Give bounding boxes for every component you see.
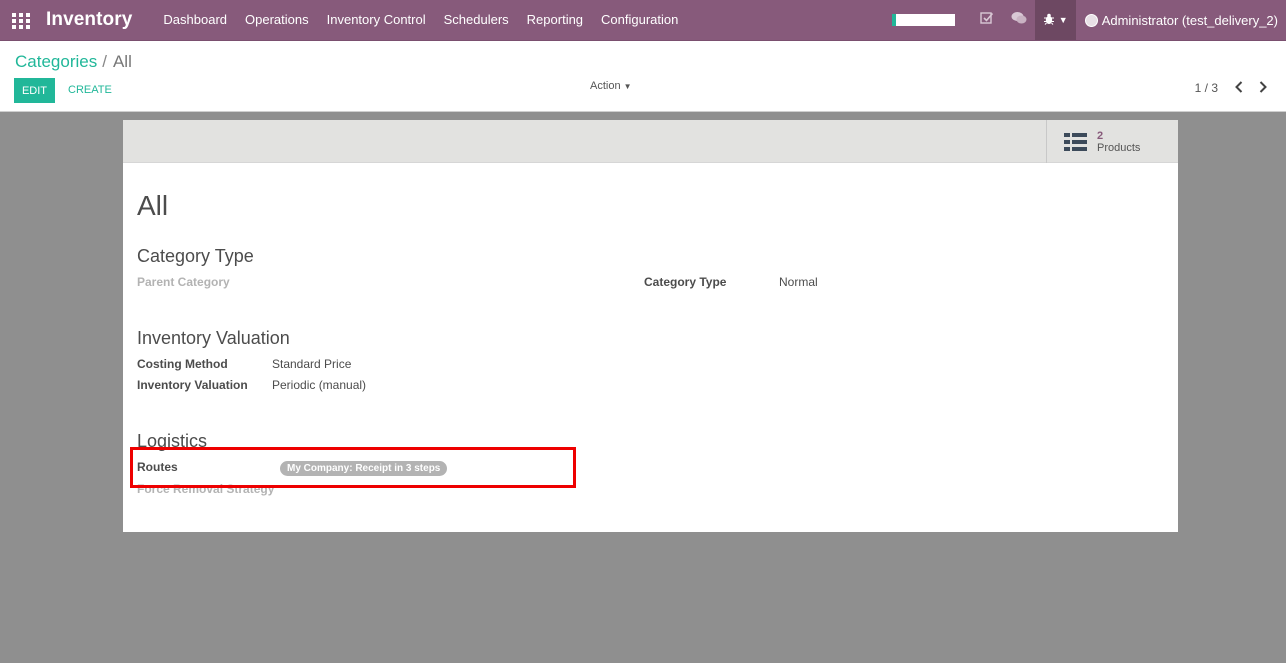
menu-reporting[interactable]: Reporting <box>518 0 592 40</box>
app-title[interactable]: Inventory <box>46 9 132 31</box>
pager-value[interactable]: 1 / 3 <box>1195 81 1218 95</box>
form-sheet: 2 Products All Category Type Parent Cate… <box>123 120 1178 532</box>
record-title: All <box>137 190 169 221</box>
top-navbar: Inventory Dashboard Operations Inventory… <box>0 0 1286 41</box>
button-box: 2 Products <box>123 120 1178 163</box>
products-smart-button[interactable]: 2 Products <box>1046 120 1178 163</box>
bug-icon <box>1043 13 1055 28</box>
breadcrumb-categories[interactable]: Categories <box>15 52 97 72</box>
edit-button[interactable]: EDIT <box>14 78 55 103</box>
pager: 1 / 3 <box>1195 80 1274 96</box>
pager-next-chevron-icon[interactable] <box>1252 80 1274 96</box>
section-category-type: Category Type <box>137 246 254 266</box>
navbar-right: ▼ Administrator (test_delivery_2) <box>891 0 1286 40</box>
menu-inventory-control[interactable]: Inventory Control <box>318 0 435 40</box>
control-panel: Categories / All EDIT CREATE Action ▼ 1 … <box>0 41 1286 112</box>
breadcrumb-current: All <box>112 52 132 71</box>
menu-schedulers[interactable]: Schedulers <box>435 0 518 40</box>
section-inventory-valuation: Inventory Valuation <box>137 328 290 348</box>
highlight-box <box>130 447 576 488</box>
caret-down-icon: ▼ <box>623 82 632 91</box>
action-label: Action <box>590 80 621 92</box>
progress-widget[interactable] <box>891 14 955 26</box>
inventory-valuation-value: Periodic (manual) <box>272 378 367 392</box>
menu-configuration[interactable]: Configuration <box>592 0 687 40</box>
activity-checkbox-icon[interactable] <box>971 0 1003 40</box>
chat-bubbles-icon[interactable] <box>1003 0 1035 40</box>
inventory-valuation-label: Inventory Valuation <box>137 378 248 392</box>
avatar <box>1084 13 1098 27</box>
user-name: Administrator (test_delivery_2) <box>1101 12 1278 28</box>
menu-operations[interactable]: Operations <box>236 0 318 40</box>
breadcrumb: Categories / All <box>15 52 132 72</box>
products-label: Products <box>1097 141 1141 154</box>
main-menu: Dashboard Operations Inventory Control S… <box>154 0 687 40</box>
parent-category-label: Parent Category <box>137 275 230 289</box>
caret-down-icon: ▼ <box>1058 15 1068 25</box>
breadcrumb-separator: / <box>102 52 107 71</box>
create-button[interactable]: CREATE <box>62 78 118 103</box>
list-icon <box>1064 132 1087 151</box>
apps-grid-icon[interactable] <box>12 13 30 29</box>
menu-dashboard[interactable]: Dashboard <box>154 0 236 40</box>
category-type-value: Normal <box>779 275 818 289</box>
action-dropdown[interactable]: Action ▼ <box>590 80 632 92</box>
user-menu[interactable]: Administrator (test_delivery_2) <box>1084 12 1278 28</box>
debug-bug-button[interactable]: ▼ <box>1034 0 1076 40</box>
pager-previous-chevron-icon[interactable] <box>1228 80 1250 96</box>
costing-method-value: Standard Price <box>272 357 352 371</box>
category-type-label: Category Type <box>644 275 727 289</box>
costing-method-label: Costing Method <box>137 357 228 371</box>
products-count: 2 <box>1097 129 1104 142</box>
